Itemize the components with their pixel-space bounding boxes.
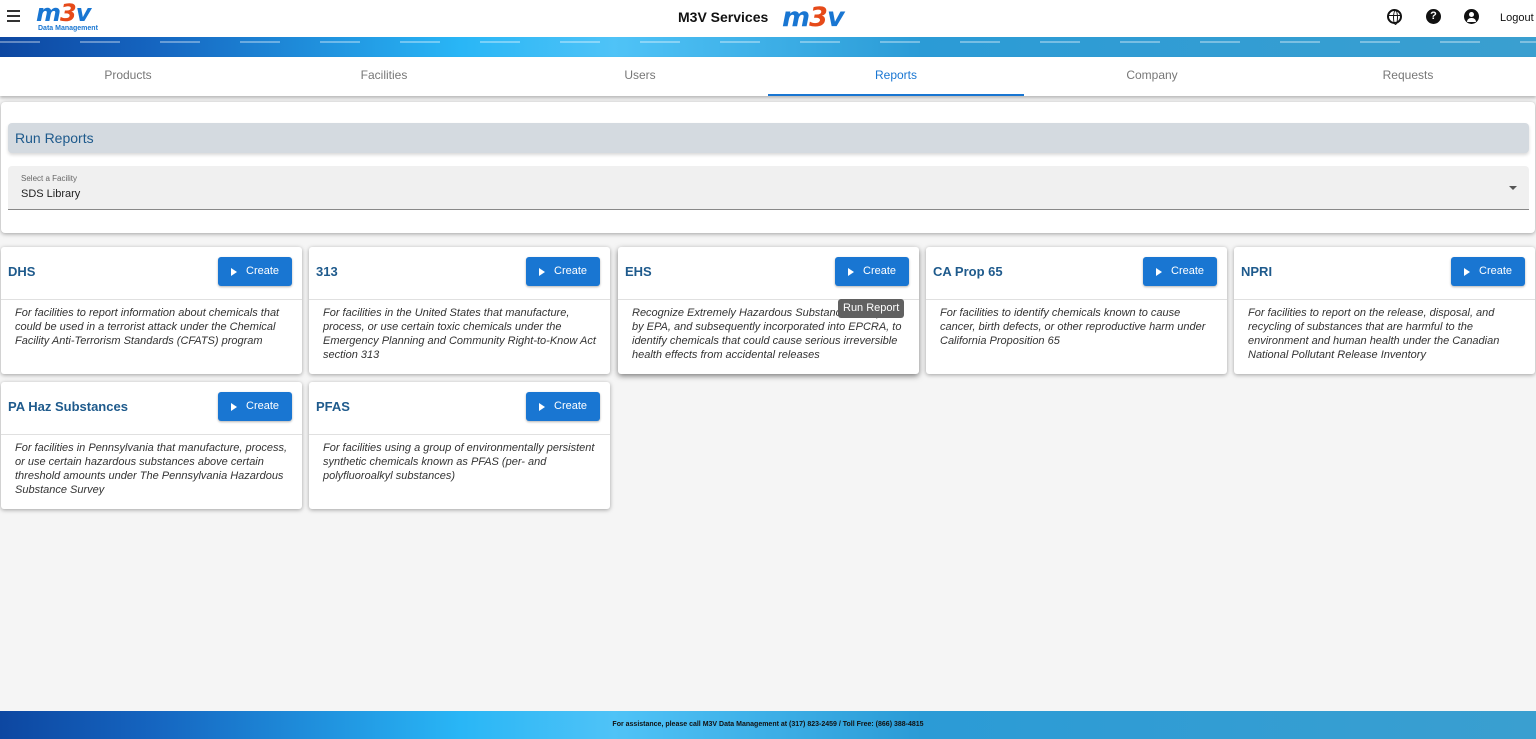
report-description: For facilities in Pennsylvania that manu… [15,442,288,496]
play-icon [1464,268,1470,276]
help-icon[interactable]: ? [1426,9,1441,24]
create-313-button[interactable]: Create [526,257,600,286]
create-label: Create [554,265,588,277]
create-dhs-button[interactable]: Create [218,257,292,286]
main-tabs: Products Facilities Users Reports Compan… [0,57,1536,96]
logout-button[interactable]: Logout [1500,12,1534,24]
globe-icon[interactable] [1387,9,1402,25]
tab-company[interactable]: Company [1024,57,1280,96]
report-description: For facilities to identify chemicals kno… [940,307,1206,347]
report-title: CA Prop 65 [933,264,1003,279]
facility-select-value: SDS Library [21,188,81,200]
report-title: PFAS [316,399,350,414]
dropdown-arrow-icon[interactable] [1509,186,1517,190]
create-ehs-button[interactable]: Create [835,257,909,286]
footer: For assistance, please call M3V Data Man… [0,711,1536,739]
logo-subtitle: Data Management [38,25,98,32]
create-npri-button[interactable]: Create [1451,257,1525,286]
report-title: NPRI [1241,264,1273,279]
report-title: EHS [625,264,652,279]
create-pfas-button[interactable]: Create [526,392,600,421]
create-label: Create [246,400,280,412]
create-label: Create [863,265,897,277]
report-description: For facilities to report information abo… [15,307,280,347]
play-icon [231,268,237,276]
tab-products[interactable]: Products [0,57,256,96]
create-pa-haz-button[interactable]: Create [218,392,292,421]
card-divider [1234,299,1535,300]
create-label: Create [246,265,280,277]
tab-requests[interactable]: Requests [1280,57,1536,96]
app-title: M3V Services [678,9,769,25]
report-description: For facilities using a group of environm… [323,442,595,482]
run-reports-header: Run Reports [8,123,1529,153]
footer-assistance-text: For assistance, please call M3V Data Man… [612,721,924,728]
header-banner [0,37,1536,57]
play-icon [539,268,545,276]
create-label: Create [1171,265,1205,277]
card-divider [1,434,302,435]
top-app-bar: m3v Data Management M3V Services m3v ? L… [0,0,1536,37]
facility-select-label: Select a Facility [21,174,78,183]
report-card-pa-haz-substances: PA Haz Substances Create For facilities … [1,382,302,509]
report-title: DHS [8,264,36,279]
create-label: Create [554,400,588,412]
report-card-npri: NPRI Create For facilities to report on … [1234,247,1535,374]
tab-users[interactable]: Users [512,57,768,96]
menu-icon[interactable] [7,10,20,22]
report-description: For facilities in the United States that… [323,307,596,361]
run-report-tooltip: Run Report [838,299,905,318]
report-title: 313 [316,264,338,279]
create-ca-prop-65-button[interactable]: Create [1143,257,1217,286]
play-icon [539,403,545,411]
card-divider [1,299,302,300]
m3v-center-logo: m3v [782,2,845,33]
account-icon[interactable] [1464,9,1479,24]
report-title: PA Haz Substances [8,399,128,414]
tab-reports[interactable]: Reports [768,57,1024,96]
logo-wordmark: m3v [36,0,91,27]
card-divider [309,434,610,435]
create-label: Create [1479,265,1513,277]
facility-select[interactable]: Select a Facility SDS Library [8,166,1529,210]
report-card-ca-prop-65: CA Prop 65 Create For facilities to iden… [926,247,1227,374]
report-description: For facilities to report on the release,… [1248,307,1500,361]
run-reports-panel: Run Reports Select a Facility SDS Librar… [1,102,1535,233]
run-reports-title: Run Reports [15,130,94,146]
card-divider [309,299,610,300]
play-icon [1156,268,1162,276]
report-card-313: 313 Create For facilities in the United … [309,247,610,374]
report-card-dhs: DHS Create For facilities to report info… [1,247,302,374]
play-icon [231,403,237,411]
card-divider [926,299,1227,300]
tab-facilities[interactable]: Facilities [256,57,512,96]
play-icon [848,268,854,276]
m3v-logo[interactable]: m3v Data Management [36,1,106,33]
report-card-pfas: PFAS Create For facilities using a group… [309,382,610,509]
